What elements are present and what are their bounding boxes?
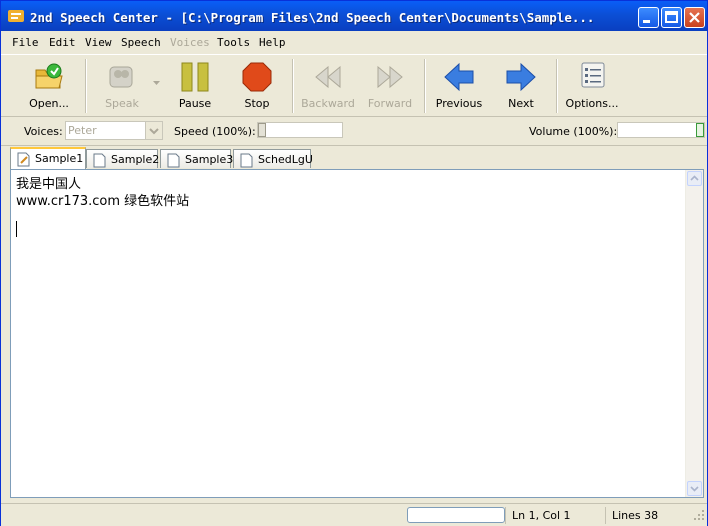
next-button[interactable]: Next [493, 55, 549, 115]
line-count: Lines 38 [605, 507, 685, 524]
document-icon [240, 153, 253, 168]
menu-bar: File Edit View Speech Voices Tools Help [1, 32, 707, 52]
options-label: Options... [565, 97, 619, 110]
options-button[interactable]: Options... [563, 55, 621, 115]
arrow-left-icon [444, 62, 474, 92]
close-icon [689, 12, 700, 23]
cursor-position: Ln 1, Col 1 [505, 507, 603, 524]
speed-label: Speed (100%): [174, 125, 256, 138]
backward-button[interactable]: Backward [299, 55, 357, 115]
document-icon [167, 153, 180, 168]
stop-icon [242, 62, 272, 92]
tab-label: Sample2 [111, 153, 160, 166]
menu-speech[interactable]: Speech [121, 36, 161, 49]
scroll-up-button[interactable] [687, 171, 702, 186]
forward-label: Forward [367, 97, 413, 110]
open-button[interactable]: Open... [19, 55, 79, 115]
menu-tools[interactable]: Tools [217, 36, 250, 49]
speed-slider-thumb[interactable] [258, 123, 266, 137]
editor-line: www.cr173.com 绿色软件站 [16, 194, 190, 209]
window-title: 2nd Speech Center - [C:\Program Files\2n… [30, 10, 595, 25]
tab-schedlgu[interactable]: SchedLgU [233, 149, 313, 168]
chevron-down-icon [690, 486, 699, 492]
main-toolbar: Open... Speak Pause Stop Backward Forwar… [1, 54, 707, 117]
chevron-up-icon [690, 175, 699, 181]
menu-view[interactable]: View [85, 36, 112, 49]
app-window: 2nd Speech Center - [C:\Program Files\2n… [0, 0, 708, 526]
speak-label: Speak [105, 97, 139, 110]
pause-icon [181, 62, 209, 92]
pause-button[interactable]: Pause [167, 55, 223, 115]
speed-slider[interactable] [257, 122, 343, 138]
speak-icon [109, 66, 133, 88]
rewind-icon [315, 65, 341, 89]
document-edit-icon [17, 152, 30, 167]
title-bar[interactable]: 2nd Speech Center - [C:\Program Files\2n… [1, 1, 707, 31]
stop-button[interactable]: Stop [229, 55, 285, 115]
toolbar-separator [85, 59, 87, 113]
open-folder-icon [35, 63, 63, 89]
menu-voices[interactable]: Voices [170, 36, 210, 49]
volume-slider[interactable] [617, 122, 705, 138]
previous-label: Previous [435, 97, 483, 110]
menu-edit[interactable]: Edit [49, 36, 76, 49]
voices-select[interactable]: Peter [65, 121, 163, 140]
close-button[interactable] [684, 7, 705, 28]
stop-label: Stop [244, 97, 270, 110]
tab-label: SchedLgU [258, 153, 313, 166]
speak-dropdown-icon[interactable] [153, 81, 160, 86]
voices-label: Voices: [24, 125, 63, 138]
status-progress [407, 507, 505, 523]
backward-label: Backward [301, 97, 355, 110]
document-tabs: Sample1 Sample2 Sample3 SchedLgU [1, 147, 707, 169]
text-caret [16, 221, 17, 237]
toolbar-separator [556, 59, 558, 113]
volume-slider-thumb[interactable] [696, 123, 704, 137]
menu-help[interactable]: Help [259, 36, 286, 49]
toolbar-separator [424, 59, 426, 113]
voices-dropdown-button[interactable] [145, 122, 162, 139]
fast-forward-icon [377, 65, 403, 89]
app-icon [8, 10, 24, 22]
tab-label: Sample3 [185, 153, 234, 166]
forward-button[interactable]: Forward [361, 55, 419, 115]
toolbar-separator [292, 59, 294, 113]
pause-label: Pause [178, 97, 212, 110]
tab-label: Sample1 [35, 152, 84, 165]
options-bar: Voices: Peter Speed (100%): Volume (100%… [1, 117, 707, 146]
volume-label: Volume (100%): [529, 125, 618, 138]
options-icon [581, 62, 605, 88]
maximize-icon [665, 11, 678, 23]
menu-file[interactable]: File [12, 36, 39, 49]
tab-sample2[interactable]: Sample2 [86, 149, 160, 168]
minimize-button[interactable] [638, 7, 659, 28]
document-icon [93, 153, 106, 168]
minimize-icon [643, 20, 650, 23]
maximize-button[interactable] [661, 7, 682, 28]
scroll-down-button[interactable] [687, 481, 702, 496]
chevron-down-icon [149, 128, 159, 135]
text-editor[interactable]: 我是中国人 www.cr173.com 绿色软件站 [10, 169, 704, 498]
next-label: Next [508, 97, 534, 110]
resize-grip-icon[interactable] [693, 509, 705, 521]
previous-button[interactable]: Previous [431, 55, 487, 115]
voices-value: Peter [68, 124, 97, 137]
arrow-right-icon [506, 62, 536, 92]
tab-sample3[interactable]: Sample3 [160, 149, 234, 168]
tab-sample1[interactable]: Sample1 [10, 147, 86, 169]
status-bar: Ln 1, Col 1 Lines 38 [1, 503, 707, 526]
vertical-scrollbar[interactable] [685, 170, 703, 497]
speak-button[interactable]: Speak [93, 55, 151, 115]
open-label: Open... [29, 97, 69, 110]
